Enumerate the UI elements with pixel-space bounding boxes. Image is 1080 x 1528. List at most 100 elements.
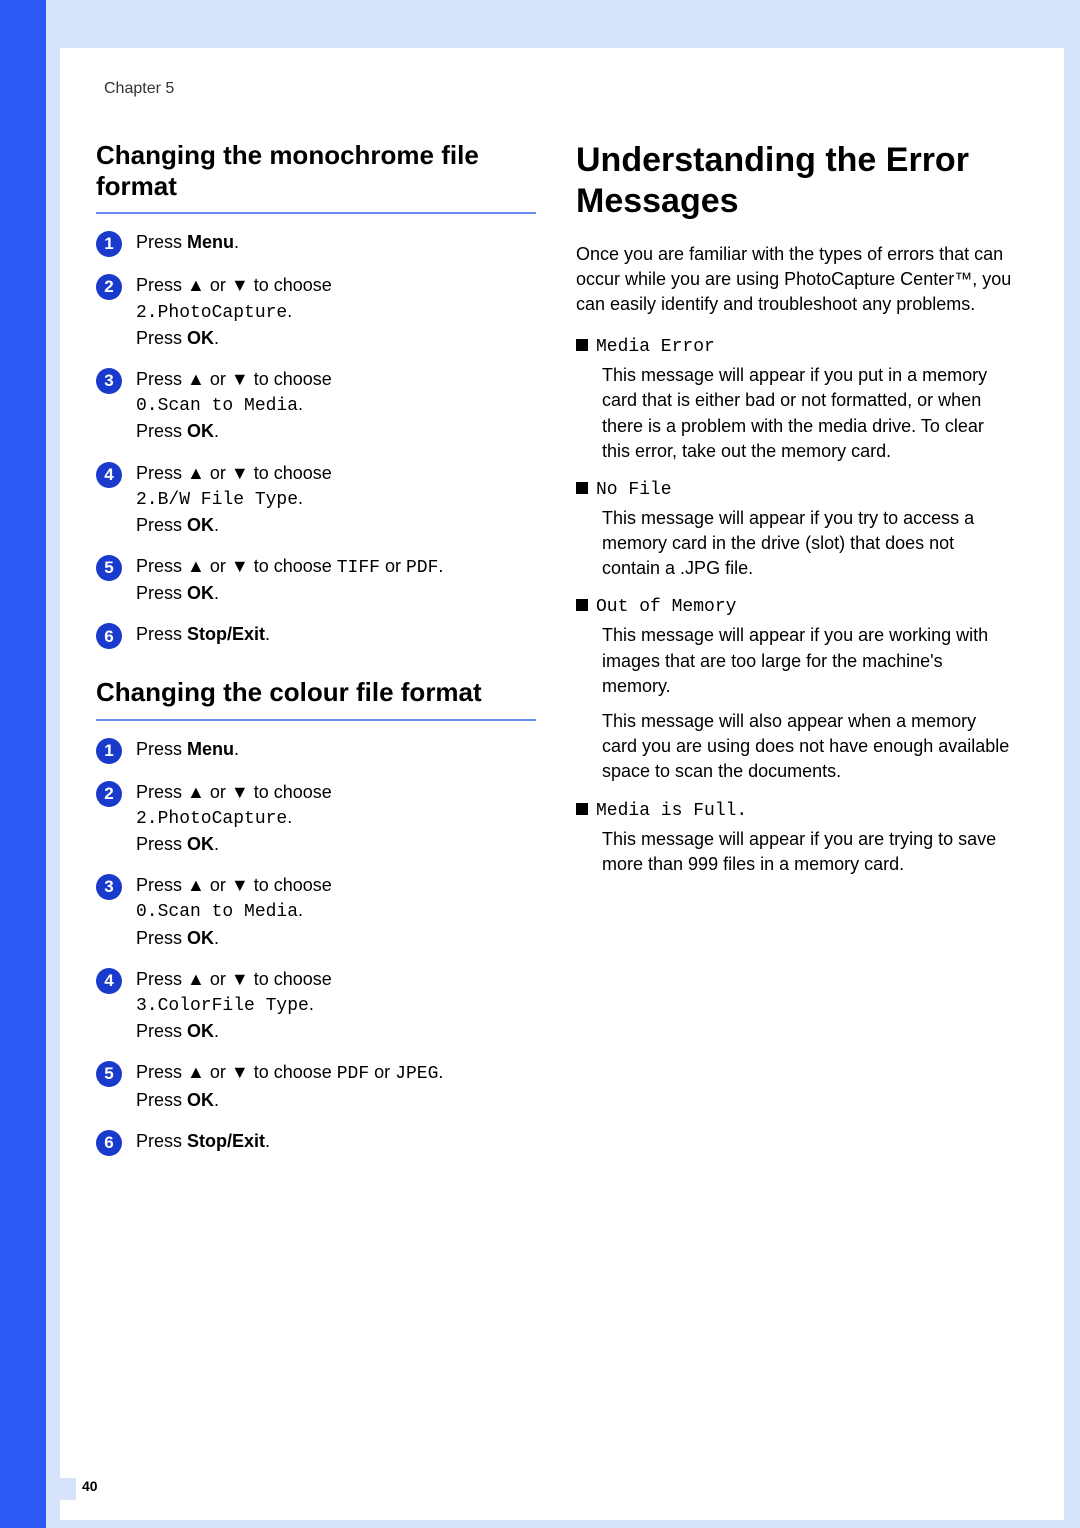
mono-text: 0.Scan to Media	[136, 396, 298, 416]
arrow-icon: ▲	[187, 556, 205, 576]
bold-text: OK	[187, 583, 214, 603]
bold-text: OK	[187, 515, 214, 535]
section-b-steps: 1 Press Menu. 2Press ▲ or ▼ to choose2.Pho…	[96, 737, 536, 1156]
step-line: Press OK.	[136, 581, 536, 606]
text: to choose	[249, 875, 332, 895]
step-line: Press ▲ or ▼ to choose	[136, 273, 536, 298]
text: .	[234, 232, 239, 252]
mono-text: 3.ColorFile Type	[136, 996, 309, 1016]
step-line: 2.PhotoCapture.	[136, 299, 536, 326]
text: .	[298, 900, 303, 920]
step-line: Press ▲ or ▼ to choose	[136, 367, 536, 392]
error-block: Media ErrorThis message will appear if y…	[576, 335, 1016, 464]
step: 6Press Stop/Exit.	[96, 622, 536, 649]
step-line: Press Stop/Exit.	[136, 1129, 536, 1154]
error-name: Out of Memory	[596, 597, 736, 617]
step: 3 Press ▲ or ▼ to choose 0.Scan to Media. P…	[96, 367, 536, 445]
bold-text: OK	[187, 1090, 214, 1110]
step-number-badge: 2	[96, 274, 122, 300]
mono-text: 0.Scan to Media	[136, 902, 298, 922]
text: to choose	[249, 369, 332, 389]
step-line: 2.PhotoCapture.	[136, 805, 536, 832]
step: 2Press ▲ or ▼ to choose2.PhotoCapture.Pr…	[96, 273, 536, 351]
text: to choose	[249, 463, 332, 483]
arrow-icon: ▼	[231, 275, 249, 295]
step-number-badge: 1	[96, 738, 122, 764]
right-column: Understanding the Error Messages Once yo…	[576, 140, 1016, 1184]
error-body: This message will appear if you try to a…	[602, 506, 1016, 582]
text: .	[234, 739, 239, 759]
text: .	[309, 994, 314, 1014]
text: .	[214, 583, 219, 603]
error-body: This message will appear if you are work…	[602, 623, 1016, 699]
bold-text: OK	[187, 328, 214, 348]
step-body: Press ▲ or ▼ to choose2.PhotoCapture.Pre…	[136, 273, 536, 351]
square-bullet-icon	[576, 482, 588, 494]
section-a-title: Changing the monochrome file format	[96, 140, 536, 214]
text: .	[438, 556, 443, 576]
step-line: Press OK.	[136, 1088, 536, 1113]
text: .	[214, 1090, 219, 1110]
text: Press	[136, 969, 187, 989]
content-columns: Changing the monochrome file format 1 Pre…	[96, 140, 1016, 1184]
text: Press	[136, 515, 187, 535]
mono-text: 2.PhotoCapture	[136, 809, 287, 829]
bold-text: OK	[187, 834, 214, 854]
text: .	[265, 1131, 270, 1151]
error-list: Media ErrorThis message will appear if y…	[576, 335, 1016, 877]
text: Press	[136, 463, 187, 483]
section-a-steps: 1Press Menu.2Press ▲ or ▼ to choose2.Pho…	[96, 230, 536, 649]
step-line: Press Menu.	[136, 737, 536, 762]
step-number-badge: 4	[96, 462, 122, 488]
step-body: Press Menu.	[136, 230, 536, 255]
text: Press	[136, 232, 187, 252]
text: Press	[136, 275, 187, 295]
step-number-badge: 6	[96, 623, 122, 649]
text: or	[205, 463, 231, 483]
arrow-icon: ▼	[231, 463, 249, 483]
step-line: Press OK.	[136, 513, 536, 538]
arrow-icon: ▼	[231, 969, 249, 989]
square-bullet-icon	[576, 803, 588, 815]
step-body: Press Menu.	[136, 737, 536, 762]
section-b-title: Changing the colour file format	[96, 677, 536, 720]
step-line: Press ▲ or ▼ to choose	[136, 967, 536, 992]
error-body: This message will appear if you put in a…	[602, 363, 1016, 464]
text: Press	[136, 1021, 187, 1041]
text: .	[214, 421, 219, 441]
step-body: Press ▲ or ▼ to choose PDF or JPEG.Press…	[136, 1060, 536, 1112]
text: .	[214, 1021, 219, 1041]
text: Press	[136, 1062, 187, 1082]
bold-text: Stop/Exit	[187, 624, 265, 644]
error-block: Out of Memory This message will appear if…	[576, 595, 1016, 784]
text: to choose	[249, 556, 337, 576]
text: .	[214, 834, 219, 854]
step-number-badge: 3	[96, 874, 122, 900]
left-column: Changing the monochrome file format 1 Pre…	[96, 140, 536, 1184]
step-line: 3.ColorFile Type.	[136, 992, 536, 1019]
step: 1 Press Menu.	[96, 737, 536, 764]
step-line: Press ▲ or ▼ to choose TIFF or PDF.	[136, 554, 536, 581]
arrow-icon: ▲	[187, 463, 205, 483]
error-title: Out of Memory	[576, 595, 1016, 617]
step-line: Press ▲ or ▼ to choose PDF or JPEG.	[136, 1060, 536, 1087]
text: Press	[136, 369, 187, 389]
text: Press	[136, 782, 187, 802]
step-number-badge: 1	[96, 231, 122, 257]
mono-text: 2.PhotoCapture	[136, 303, 287, 323]
text: to choose	[249, 275, 332, 295]
error-block: No FileThis message will appear if you t…	[576, 478, 1016, 582]
step-line: Press OK.	[136, 926, 536, 951]
step-line: Press Menu.	[136, 230, 536, 255]
step: 2Press ▲ or ▼ to choose2.PhotoCapture.Pr…	[96, 780, 536, 858]
square-bullet-icon	[576, 339, 588, 351]
step-line: Press OK.	[136, 1019, 536, 1044]
text: Press	[136, 556, 187, 576]
mono-text: PDF	[406, 558, 438, 578]
text: .	[214, 328, 219, 348]
page-number-tab	[46, 1478, 76, 1500]
step-body: Press ▲ or ▼ to choose2.PhotoCapture.Pre…	[136, 780, 536, 858]
step-number-badge: 3	[96, 368, 122, 394]
text: or	[369, 1062, 395, 1082]
step-number-badge: 4	[96, 968, 122, 994]
